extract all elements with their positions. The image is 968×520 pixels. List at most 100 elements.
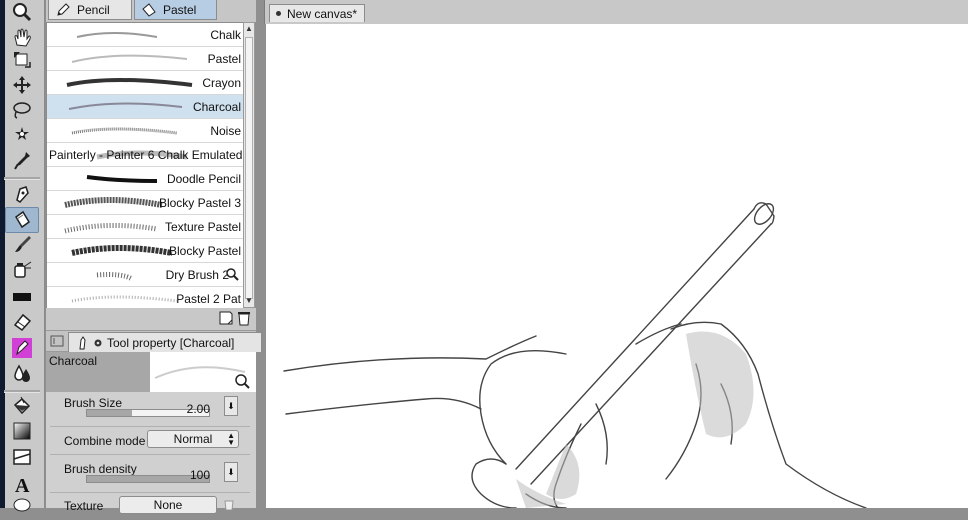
stroke-preview — [71, 54, 188, 63]
divider — [50, 492, 250, 493]
brush-size-value[interactable]: 2.00 — [170, 402, 210, 416]
pencil-icon — [57, 2, 70, 16]
zoom-preview-icon[interactable] — [225, 267, 239, 281]
brush-item[interactable]: Chalk — [47, 23, 243, 47]
brush-item[interactable]: Texture Pastel — [47, 215, 243, 239]
brush-density-spin-button[interactable]: ⬇ — [224, 462, 238, 482]
correct-line-tool[interactable] — [6, 336, 38, 360]
hand-icon — [14, 28, 31, 47]
pastel-icon — [142, 2, 156, 17]
brush-density-value[interactable]: 100 — [170, 468, 210, 482]
trash-icon[interactable] — [236, 310, 252, 326]
tool-property-title: Tool property [Charcoal] — [107, 335, 235, 350]
tab-new-canvas[interactable]: New canvas* — [269, 4, 365, 22]
brush-label: Noise — [210, 124, 241, 138]
magic-wand-icon — [15, 127, 29, 140]
brush-item[interactable]: Pastel — [47, 47, 243, 71]
scroll-down-button[interactable]: ▼ — [244, 295, 254, 307]
brush-label: Pastel 2 Pat — [176, 292, 241, 306]
brush-label: Doodle Pencil — [166, 172, 241, 186]
brush-item[interactable]: Pastel 2 Pat — [47, 287, 243, 309]
brush-size-spin-button[interactable]: ⬇ — [224, 396, 238, 416]
tab-label: Pastel — [163, 2, 197, 17]
divider — [50, 426, 250, 427]
rotate-tool[interactable] — [6, 48, 38, 72]
brush-item[interactable]: Crayon — [47, 71, 243, 95]
eyedropper-icon — [14, 152, 30, 170]
brush-size-label: Brush Size — [64, 396, 123, 410]
pen-tool[interactable] — [6, 182, 38, 206]
tab-label: Pencil — [77, 2, 110, 17]
drawing-canvas[interactable] — [266, 24, 968, 508]
brush-label: Chalk — [210, 28, 241, 42]
brush-item[interactable]: Doodle Pencil — [47, 167, 243, 191]
brush-item[interactable]: Blocky Pastel — [47, 239, 243, 263]
gradient-tool[interactable] — [6, 419, 38, 443]
droplets-icon — [14, 364, 30, 382]
hand-with-pencil-sketch — [283, 202, 867, 508]
move-tool[interactable] — [6, 73, 38, 97]
texture-value: None — [153, 498, 183, 512]
trash-icon[interactable] — [222, 498, 236, 510]
brush-label: Dry Brush 2 — [165, 268, 229, 282]
paintbrush-icon — [15, 236, 31, 252]
balloon-icon — [13, 498, 31, 512]
move-arrows-icon — [13, 76, 31, 94]
tab-pastel[interactable]: Pastel — [134, 0, 217, 20]
eyedropper-tool[interactable] — [6, 148, 38, 172]
tab-pencil[interactable]: Pencil — [48, 0, 132, 20]
pen-small-icon — [79, 335, 86, 349]
tab-tool-property[interactable]: Tool property [Charcoal] — [68, 332, 262, 352]
fill-tool[interactable] — [6, 394, 38, 418]
brush-item-selected[interactable]: Charcoal — [47, 95, 243, 119]
brush-preview: Charcoal — [46, 352, 256, 393]
blend-tool[interactable] — [6, 362, 38, 386]
tool-strip: A — [0, 0, 45, 512]
lasso-tool[interactable] — [6, 98, 38, 122]
eraser-icon — [13, 313, 32, 332]
auto-select-tool[interactable] — [6, 123, 38, 147]
combine-mode-select[interactable]: Normal ▲ ▼ — [147, 430, 239, 448]
text-tool[interactable]: A — [6, 472, 38, 496]
tool-property-panel: Brush Size 2.00 ⬇ Combine mode Normal ▲ ▼… — [46, 392, 256, 514]
brush-item[interactable]: Dry Brush 2 — [47, 263, 243, 287]
pencil-tool[interactable] — [5, 207, 39, 233]
pastel-stick-icon — [15, 210, 30, 229]
scroll-up-button[interactable]: ▲ — [244, 23, 254, 35]
pink-pen-icon — [12, 338, 32, 358]
brush-list-scrollbar[interactable]: ▲ ▼ — [243, 22, 255, 308]
zoom-tool[interactable] — [6, 0, 38, 24]
select-arrows-icon: ▲ ▼ — [227, 431, 235, 447]
tool-property-header: Tool property [Charcoal] — [46, 330, 262, 352]
brush-item[interactable]: Painterly - Painter 6 Chalk Emulated — [47, 143, 243, 167]
decoration-bar-icon — [13, 293, 31, 301]
brush-tool[interactable] — [6, 232, 38, 256]
panel-menu-icon[interactable] — [50, 335, 64, 347]
eraser-tool[interactable] — [6, 310, 38, 334]
divider — [50, 454, 250, 455]
brush-list: Chalk Pastel Crayon Charcoal Noise Paint… — [46, 22, 244, 310]
frame-tool[interactable] — [6, 445, 38, 469]
texture-select[interactable]: None — [119, 496, 217, 514]
airbrush-tool[interactable] — [6, 257, 38, 281]
brush-label: Blocky Pastel 3 — [158, 196, 241, 210]
zoom-preview-icon[interactable] — [234, 373, 250, 389]
stroke-preview — [68, 102, 183, 110]
slider-fill — [87, 410, 133, 416]
brush-item[interactable]: Blocky Pastel 3 — [47, 191, 243, 215]
stroke-preview — [76, 32, 158, 38]
pen-nib-icon — [16, 186, 29, 203]
rotate-icon — [14, 52, 31, 68]
window-edge — [0, 0, 5, 508]
tool-divider — [4, 177, 40, 180]
decoration-tool[interactable] — [6, 285, 38, 309]
scrollbar-thumb[interactable] — [245, 37, 253, 299]
gradient-square-icon — [13, 422, 31, 440]
brush-item[interactable]: Noise — [47, 119, 243, 143]
tool-divider — [4, 390, 40, 393]
lasso-icon — [13, 102, 31, 119]
balloon-tool[interactable] — [6, 496, 38, 520]
new-sub-tool-icon[interactable] — [218, 310, 234, 326]
canvas-tab-bar: New canvas* — [264, 0, 968, 24]
hand-tool[interactable] — [6, 26, 38, 50]
